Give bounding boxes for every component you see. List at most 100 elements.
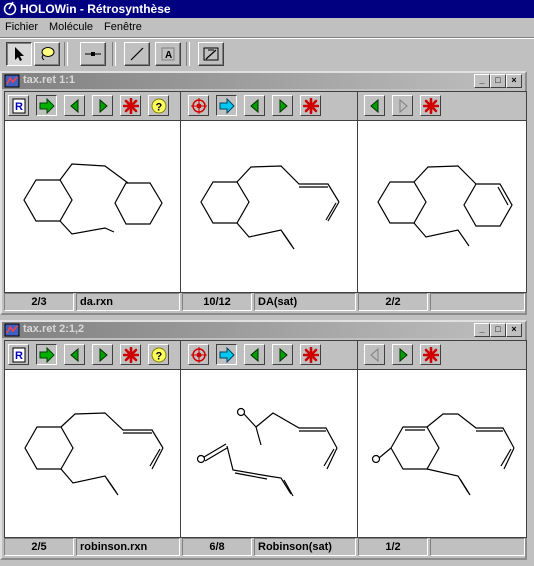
maximize-button[interactable]: □ <box>490 74 506 88</box>
next-button[interactable] <box>92 95 113 116</box>
diagonal-line-icon <box>130 47 144 61</box>
molecule-drawing <box>24 412 164 496</box>
target-molecule-pane <box>4 340 181 538</box>
minimize-button[interactable]: _ <box>474 74 490 88</box>
previous-button[interactable] <box>64 344 85 365</box>
right-arrow-icon <box>95 347 111 363</box>
bond-tool-button[interactable] <box>80 42 106 66</box>
main-toolbar: A <box>0 38 534 68</box>
help-button[interactable] <box>148 344 169 365</box>
delete-button[interactable] <box>300 344 321 365</box>
next-button[interactable] <box>272 344 293 365</box>
help-button[interactable] <box>148 95 169 116</box>
previous-button[interactable] <box>244 95 265 116</box>
next-button[interactable] <box>272 95 293 116</box>
red-cross-icon <box>303 98 319 114</box>
previous-button[interactable] <box>364 95 385 116</box>
status-count-1: 2/5 <box>4 538 74 556</box>
select-arrow-tool-button[interactable] <box>6 42 32 66</box>
retro-tool-button[interactable] <box>198 42 224 66</box>
close-button[interactable]: × <box>506 74 522 88</box>
target-icon <box>191 347 207 363</box>
previous-button-disabled[interactable] <box>364 344 385 365</box>
menu-fenetre[interactable]: Fenêtre <box>104 21 142 33</box>
close-button[interactable]: × <box>506 323 522 337</box>
precursor-1-pane <box>180 91 358 293</box>
left-arrow-icon <box>247 98 263 114</box>
molecule-drawing <box>371 413 515 496</box>
r-icon <box>11 347 27 363</box>
right-arrow-icon <box>395 347 411 363</box>
line-tool-button[interactable] <box>124 42 150 66</box>
pane-toolbar <box>358 341 526 370</box>
molecule-drawing <box>200 165 340 250</box>
toolbar-separator <box>64 42 68 66</box>
status-count-3: 2/2 <box>358 293 428 311</box>
left-arrow-icon <box>247 347 263 363</box>
window-2-title-bar[interactable]: tax.ret 2:1,2 _ □ × <box>2 322 525 338</box>
previous-button[interactable] <box>244 344 265 365</box>
left-arrow-icon <box>367 98 383 114</box>
right-arrow-icon <box>395 98 411 114</box>
menu-molecule[interactable]: Molécule <box>49 21 93 33</box>
apply-forward-button[interactable] <box>36 95 57 116</box>
status-rule-name: Robinson(sat) <box>254 538 356 556</box>
maximize-button[interactable]: □ <box>490 323 506 337</box>
delete-button[interactable] <box>300 95 321 116</box>
target-button[interactable] <box>188 344 209 365</box>
target-molecule-pane <box>4 91 181 293</box>
reset-button[interactable] <box>8 344 29 365</box>
atom-label-tool-button[interactable]: A <box>155 42 181 66</box>
next-button[interactable] <box>392 344 413 365</box>
app-title: HOLOWin - Rétrosynthèse <box>20 2 171 16</box>
right-arrow-icon <box>275 98 291 114</box>
minimize-button[interactable]: _ <box>474 323 490 337</box>
red-cross-icon <box>123 98 139 114</box>
apply-forward-button[interactable] <box>216 95 237 116</box>
delete-button[interactable] <box>120 95 141 116</box>
help-icon <box>151 347 167 363</box>
svg-text:A: A <box>165 50 172 61</box>
next-button-disabled[interactable] <box>392 95 413 116</box>
delete-button[interactable] <box>420 344 441 365</box>
cursor-arrow-icon <box>15 47 24 61</box>
r-icon <box>11 98 27 114</box>
molecule-drawing <box>196 407 338 497</box>
apply-forward-button[interactable] <box>36 344 57 365</box>
red-cross-icon <box>423 347 439 363</box>
precursor-2-pane <box>357 91 527 293</box>
previous-button[interactable] <box>64 95 85 116</box>
status-rule-file: robinson.rxn <box>76 538 180 556</box>
retrosynthesis-icon <box>203 47 219 61</box>
status-empty <box>430 538 525 556</box>
status-count-3: 1/2 <box>358 538 428 556</box>
reset-button[interactable] <box>8 95 29 116</box>
status-count-1: 2/3 <box>4 293 74 311</box>
lasso-tool-button[interactable] <box>34 42 60 66</box>
molecule-drawing <box>377 165 513 247</box>
atom-letter-icon: A <box>161 47 175 61</box>
menu-fichier[interactable]: Fichier <box>5 21 38 33</box>
left-arrow-icon <box>67 98 83 114</box>
target-button[interactable] <box>188 95 209 116</box>
target-icon <box>191 98 207 114</box>
apply-forward-button[interactable] <box>216 344 237 365</box>
status-empty <box>430 293 525 311</box>
menu-bar: Fichier Molécule Fenêtre <box>0 18 534 38</box>
retro-window-1: tax.ret 1:1 _ □ × 2/3 da.rxn 10/12 DA(sa… <box>0 71 527 315</box>
holowin-logo-icon <box>3 1 17 16</box>
forward-arrow-icon <box>219 347 235 363</box>
left-arrow-icon <box>367 347 383 363</box>
window-1-title-bar[interactable]: tax.ret 1:1 _ □ × <box>2 73 525 89</box>
next-button[interactable] <box>92 344 113 365</box>
delete-button[interactable] <box>120 344 141 365</box>
red-cross-icon <box>303 347 319 363</box>
forward-arrow-icon <box>39 347 55 363</box>
red-cross-icon <box>123 347 139 363</box>
red-cross-icon <box>423 98 439 114</box>
help-icon <box>151 98 167 114</box>
status-count-2: 10/12 <box>182 293 252 311</box>
delete-button[interactable] <box>420 95 441 116</box>
window-2-title: tax.ret 2:1,2 <box>23 323 85 335</box>
bond-line-icon <box>85 52 101 56</box>
